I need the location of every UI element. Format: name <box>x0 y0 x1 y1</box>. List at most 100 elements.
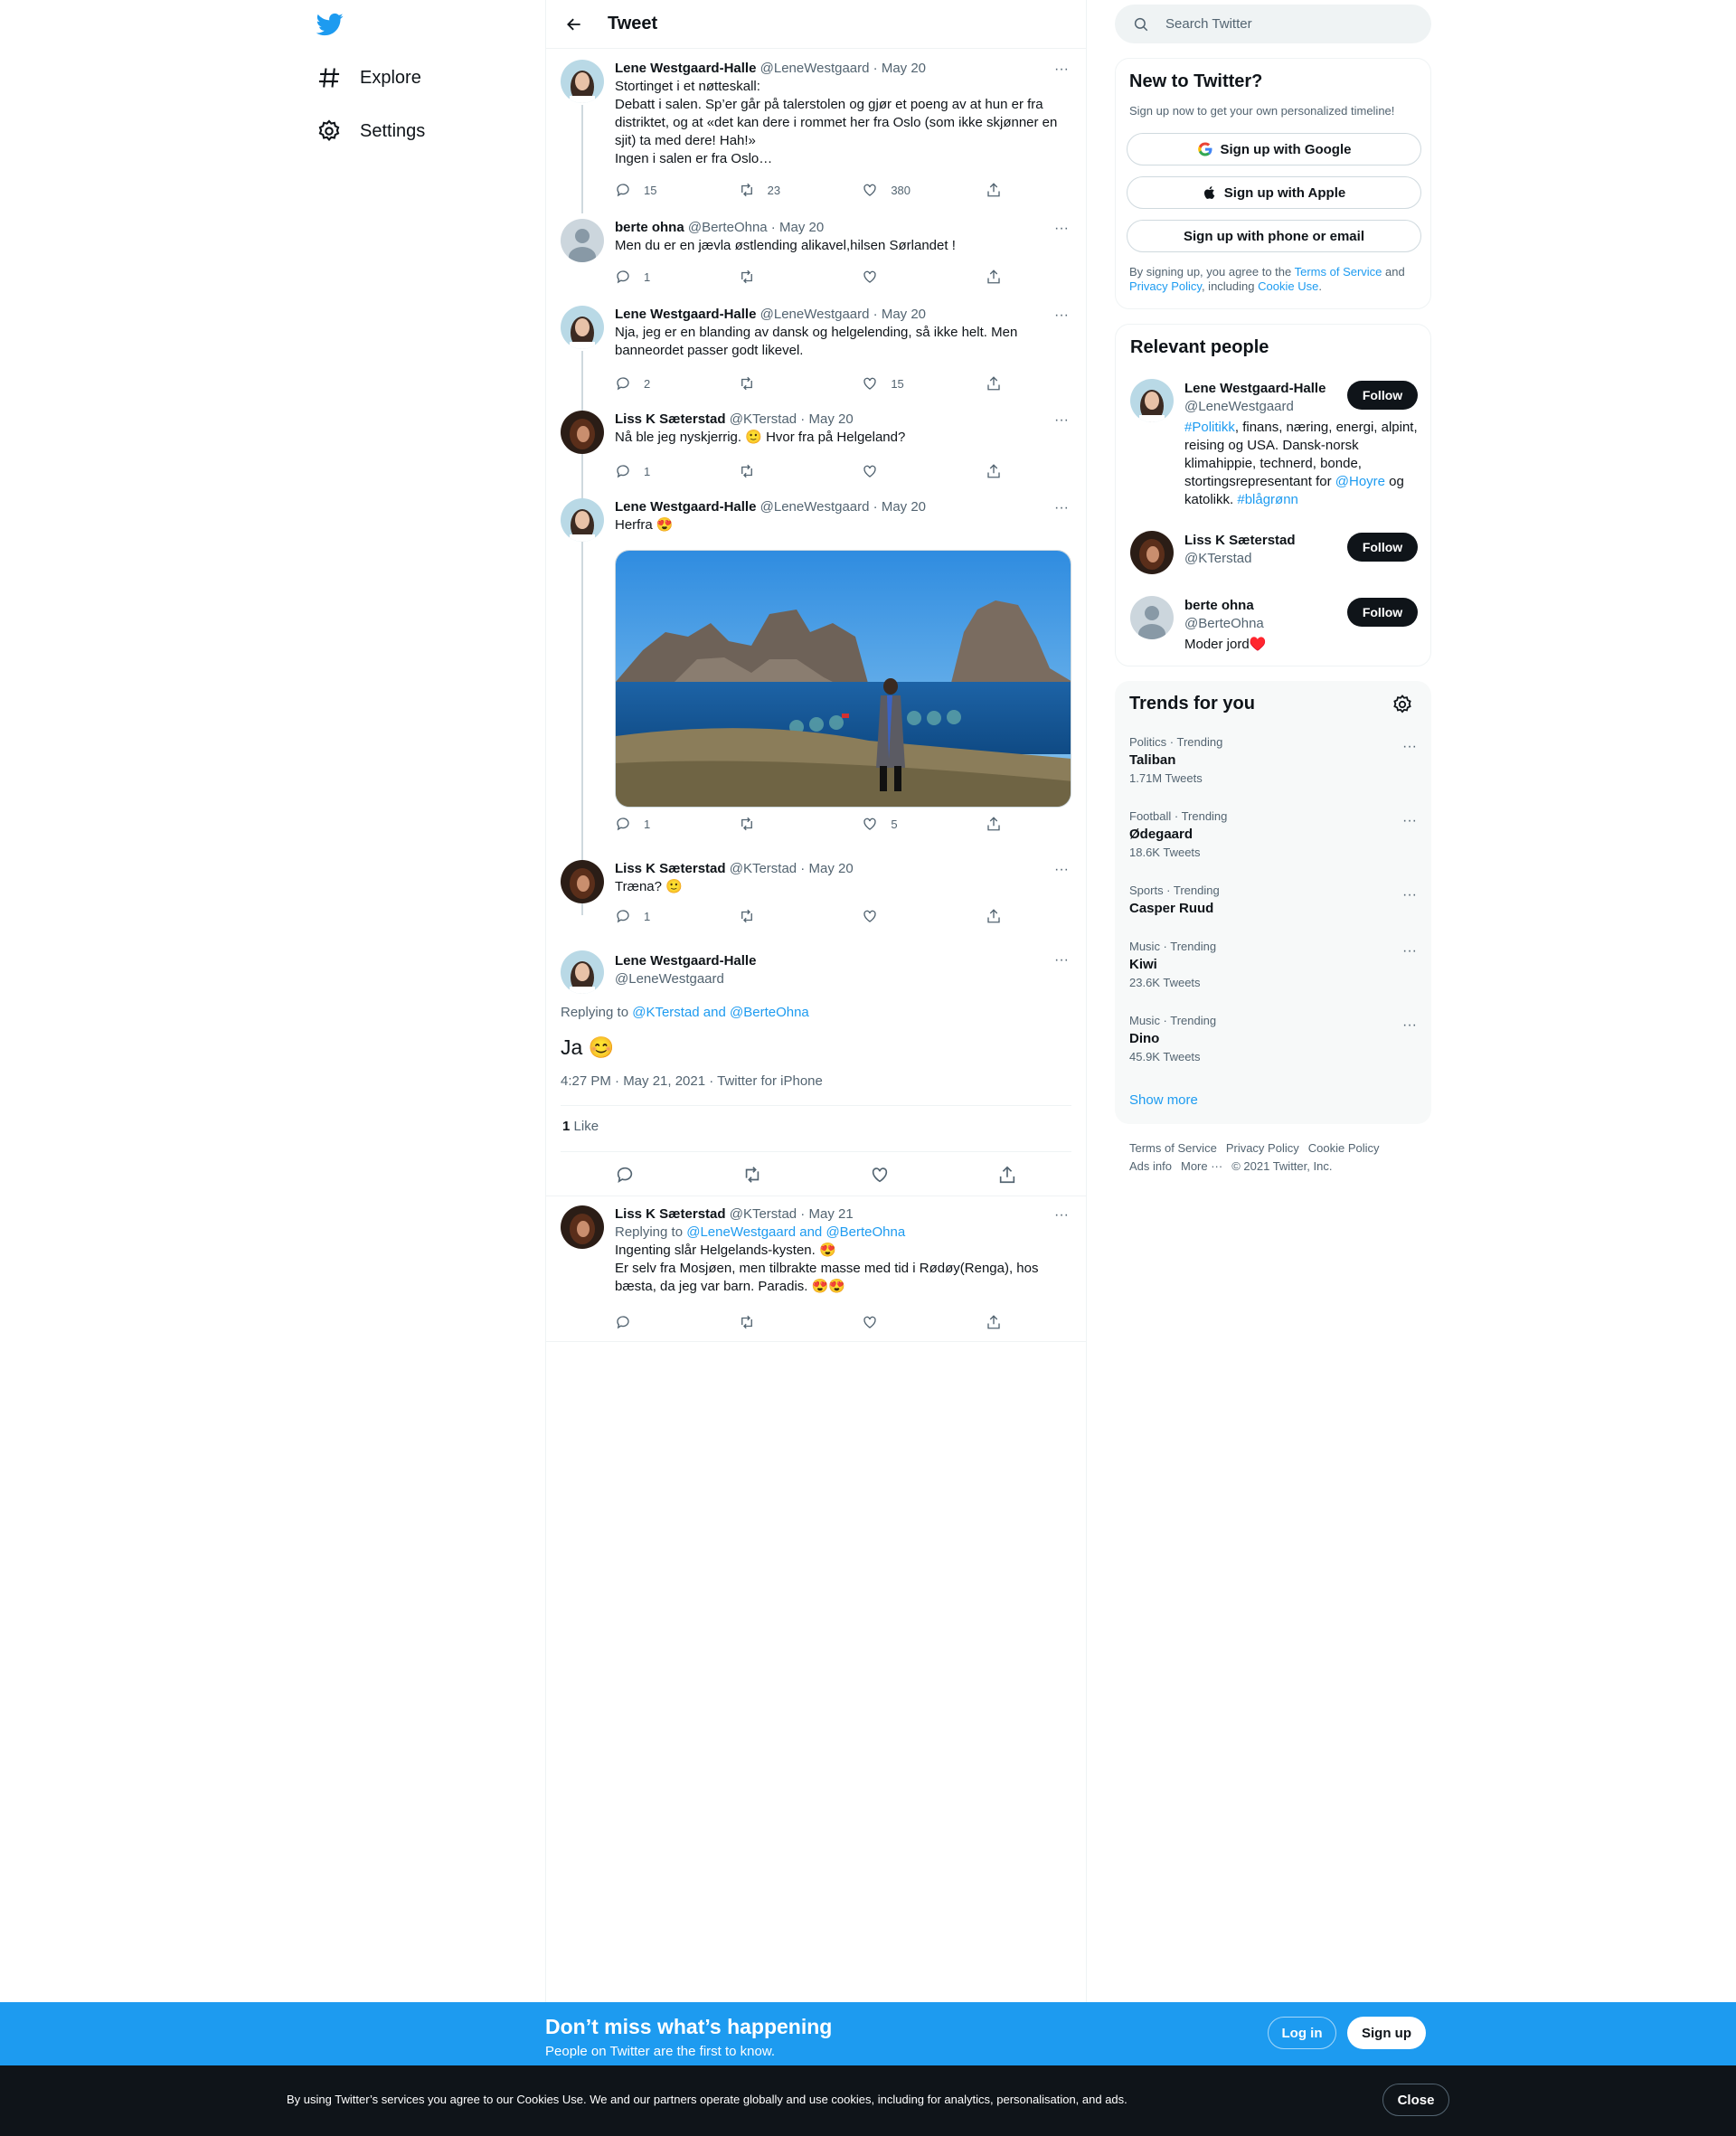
more-options-icon[interactable]: ··· <box>1402 887 1417 903</box>
more-options-icon[interactable]: ··· <box>1050 409 1073 432</box>
retweet-button[interactable] <box>739 815 829 833</box>
mention-link[interactable]: @Hoyre <box>1335 474 1385 489</box>
signup-phone-button[interactable]: Sign up with phone or email <box>1127 220 1421 252</box>
share-button[interactable] <box>986 268 1004 286</box>
more-options-icon[interactable]: ··· <box>1050 949 1073 972</box>
privacy-link[interactable]: Privacy Policy <box>1129 279 1202 293</box>
share-button[interactable] <box>986 462 1004 480</box>
hashtag-link[interactable]: #blågrønn <box>1237 492 1298 507</box>
reply-icon[interactable] <box>615 1165 635 1185</box>
tweet-photo[interactable] <box>615 550 1071 808</box>
like-button[interactable]: 5 <box>862 815 952 833</box>
follow-button[interactable]: Follow <box>1347 598 1418 627</box>
trend-item[interactable]: Music · Trending Dino 45.9K Tweets ··· <box>1129 1014 1419 1063</box>
share-button[interactable] <box>986 374 1004 392</box>
tweet-author-handle[interactable]: @LeneWestgaard <box>615 971 724 987</box>
more-options-icon[interactable]: ··· <box>1050 496 1073 520</box>
footer-more-link[interactable]: More ··· <box>1181 1159 1222 1173</box>
show-more-link[interactable]: Show more <box>1129 1092 1198 1108</box>
nav-explore[interactable]: Explore <box>316 61 421 94</box>
login-button[interactable]: Log in <box>1268 2017 1336 2049</box>
replying-to-link[interactable]: @KTerstad and @BerteOhna <box>632 1005 809 1020</box>
search-box[interactable]: Search Twitter <box>1115 5 1431 43</box>
reply-button[interactable]: 1 <box>615 815 705 833</box>
share-button[interactable] <box>986 181 1004 199</box>
trend-item[interactable]: Politics · Trending Taliban 1.71M Tweets… <box>1129 735 1419 785</box>
share-button[interactable] <box>986 1313 1004 1331</box>
share-button[interactable] <box>986 815 1004 833</box>
tweet-author-name[interactable]: Liss K Sæterstad <box>615 1206 726 1222</box>
more-options-icon[interactable]: ··· <box>1402 943 1417 959</box>
tweet-author-name[interactable]: Liss K Sæterstad <box>615 861 726 876</box>
more-options-icon[interactable]: ··· <box>1402 813 1417 829</box>
person-name[interactable]: berte ohna <box>1184 598 1254 613</box>
trend-item[interactable]: Football · Trending Ødegaard 18.6K Tweet… <box>1129 809 1419 859</box>
retweet-icon[interactable] <box>742 1165 762 1185</box>
more-options-icon[interactable]: ··· <box>1050 58 1073 81</box>
follow-button[interactable]: Follow <box>1347 381 1418 410</box>
footer-cookie-link[interactable]: Cookie Policy <box>1308 1141 1380 1155</box>
like-button[interactable] <box>862 268 952 286</box>
more-options-icon[interactable]: ··· <box>1050 304 1073 327</box>
tweet-date[interactable]: May 20 <box>882 307 926 322</box>
avatar[interactable] <box>1130 596 1174 639</box>
more-options-icon[interactable]: ··· <box>1050 217 1073 241</box>
retweet-button[interactable] <box>739 462 829 480</box>
tweet-author-name[interactable]: Lene Westgaard-Halle <box>615 499 756 515</box>
trend-item[interactable]: Music · Trending Kiwi 23.6K Tweets ··· <box>1129 940 1419 989</box>
back-button[interactable] <box>561 11 588 38</box>
avatar[interactable] <box>561 950 604 994</box>
retweet-button[interactable] <box>739 268 829 286</box>
reply-button[interactable]: 15 <box>615 181 705 199</box>
tweet-author-handle[interactable]: @KTerstad <box>730 1206 797 1222</box>
person-name[interactable]: Lene Westgaard-Halle <box>1184 381 1326 396</box>
tweet-author-name[interactable]: berte ohna <box>615 220 684 235</box>
avatar[interactable] <box>561 860 604 903</box>
more-options-icon[interactable]: ··· <box>1050 1204 1073 1227</box>
cookie-use-link[interactable]: Cookie Use <box>1258 279 1318 293</box>
person-handle[interactable]: @BerteOhna <box>1184 616 1264 631</box>
close-button[interactable]: Close <box>1382 2084 1449 2116</box>
more-options-icon[interactable]: ··· <box>1402 1017 1417 1034</box>
signup-apple-button[interactable]: Sign up with Apple <box>1127 176 1421 209</box>
retweet-button[interactable]: 23 <box>739 181 829 199</box>
person-handle[interactable]: @KTerstad <box>1184 551 1251 566</box>
follow-button[interactable]: Follow <box>1347 533 1418 562</box>
terms-link[interactable]: Terms of Service <box>1295 265 1382 279</box>
like-button[interactable]: 15 <box>862 374 952 392</box>
tweet-author-name[interactable]: Lene Westgaard-Halle <box>615 61 756 76</box>
person-handle[interactable]: @LeneWestgaard <box>1184 399 1294 414</box>
tweet-author-handle[interactable]: @KTerstad <box>730 411 797 427</box>
trend-item[interactable]: Sports · Trending Casper Ruud ··· <box>1129 884 1419 916</box>
tweet-author-handle[interactable]: @KTerstad <box>730 861 797 876</box>
tweet-author-handle[interactable]: @BerteOhna <box>688 220 768 235</box>
tweet-author-handle[interactable]: @LeneWestgaard <box>760 61 870 76</box>
person-card[interactable]: berte ohna @BerteOhna Follow Moder jord♥… <box>1130 596 1418 659</box>
tweet-author-handle[interactable]: @LeneWestgaard <box>760 499 870 515</box>
reply-button[interactable]: 2 <box>615 374 705 392</box>
more-options-icon[interactable]: ··· <box>1402 739 1417 755</box>
avatar[interactable] <box>1130 379 1174 422</box>
avatar[interactable] <box>561 411 604 454</box>
tweet-author-name[interactable]: Lene Westgaard-Halle <box>615 953 756 969</box>
avatar[interactable] <box>561 306 604 349</box>
footer-ads-link[interactable]: Ads info <box>1129 1159 1172 1173</box>
avatar[interactable] <box>561 1205 604 1249</box>
tweet-date[interactable]: May 20 <box>779 220 824 235</box>
avatar[interactable] <box>561 219 604 262</box>
nav-settings[interactable]: Settings <box>316 115 425 147</box>
hashtag-link[interactable]: #Politikk <box>1184 420 1235 435</box>
like-button[interactable] <box>862 462 952 480</box>
tweet-date[interactable]: May 20 <box>882 61 926 76</box>
avatar[interactable] <box>561 498 604 542</box>
tweet-date[interactable]: May 20 <box>808 861 853 876</box>
reply-button[interactable]: 1 <box>615 462 705 480</box>
like-button[interactable]: 380 <box>862 181 952 199</box>
like-button[interactable] <box>862 907 952 925</box>
tweet-date[interactable]: May 20 <box>808 411 853 427</box>
signup-button[interactable]: Sign up <box>1347 2017 1426 2049</box>
tweet-date[interactable]: May 21 <box>808 1206 853 1222</box>
like-stats[interactable]: 1 Like <box>562 1119 599 1134</box>
reply-button[interactable]: 1 <box>615 268 705 286</box>
person-card[interactable]: Lene Westgaard-Halle @LeneWestgaard Foll… <box>1130 379 1418 515</box>
